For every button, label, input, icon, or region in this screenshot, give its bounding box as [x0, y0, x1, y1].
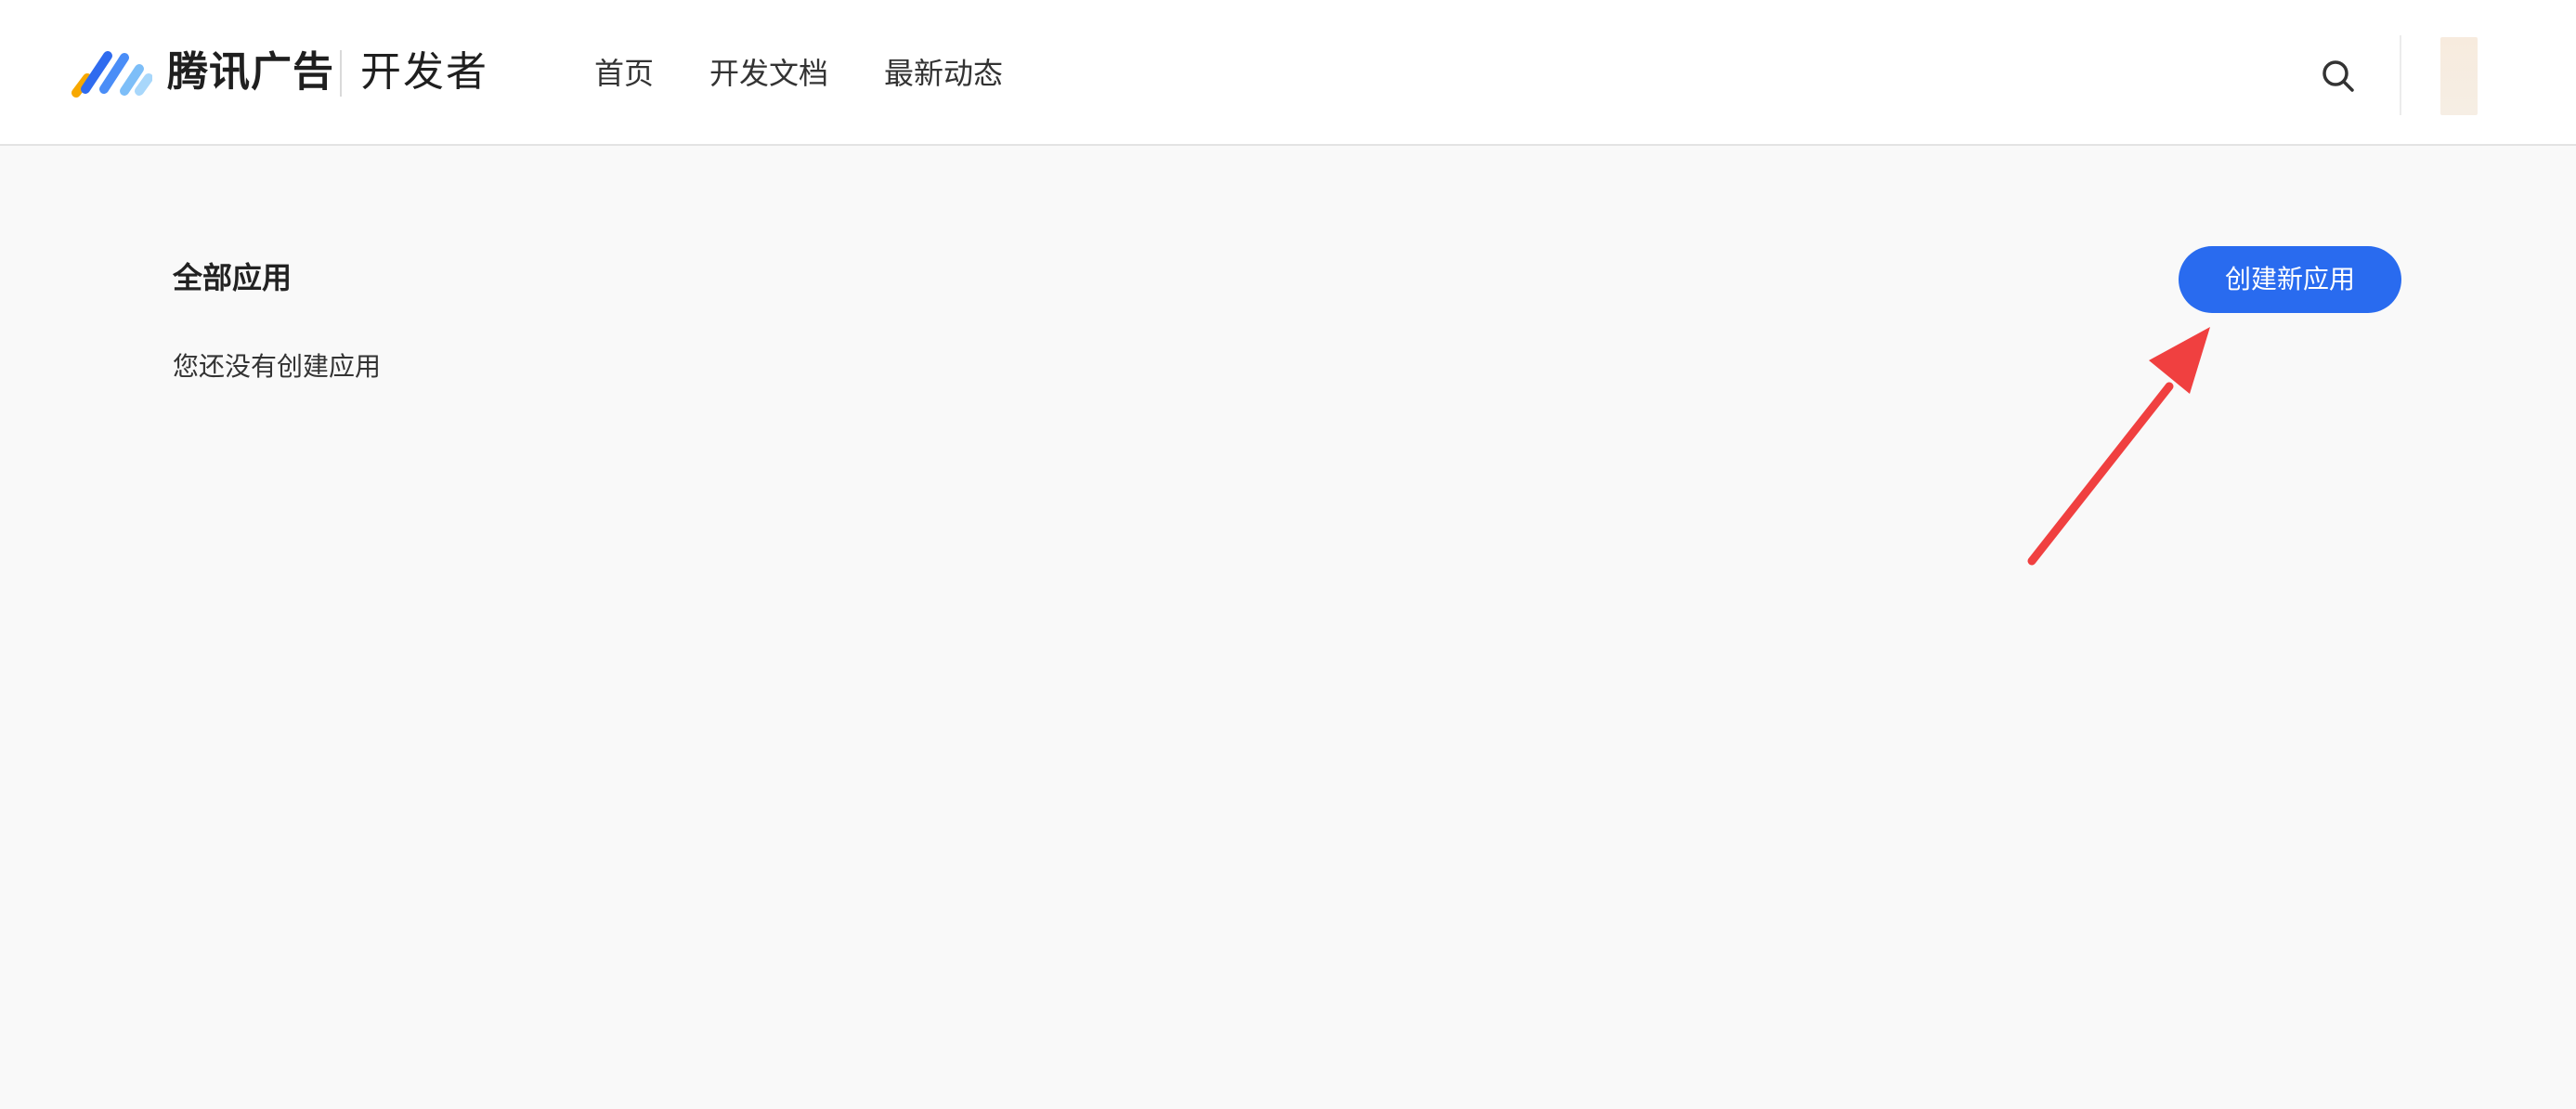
page-title: 全部应用 [173, 260, 293, 295]
top-header: 腾讯广告 开发者 首页 开发文档 最新动态 [0, 0, 2576, 146]
nav-home[interactable]: 首页 [594, 52, 654, 95]
brand-divider [340, 50, 342, 97]
nav-latest-news[interactable]: 最新动态 [884, 52, 1003, 95]
search-icon[interactable] [2318, 56, 2359, 97]
empty-state-text: 您还没有创建应用 [173, 351, 382, 382]
nav-dev-docs[interactable]: 开发文档 [709, 52, 828, 95]
brand-subtitle[interactable]: 开发者 [360, 45, 488, 100]
red-arrow-icon [2027, 327, 2210, 566]
create-new-app-button[interactable]: 创建新应用 [2179, 246, 2401, 313]
tencent-ads-logo-icon[interactable] [71, 48, 152, 98]
header-divider [2400, 35, 2401, 115]
user-avatar[interactable] [2440, 37, 2478, 115]
brand-name[interactable]: 腾讯广告 [167, 45, 334, 100]
